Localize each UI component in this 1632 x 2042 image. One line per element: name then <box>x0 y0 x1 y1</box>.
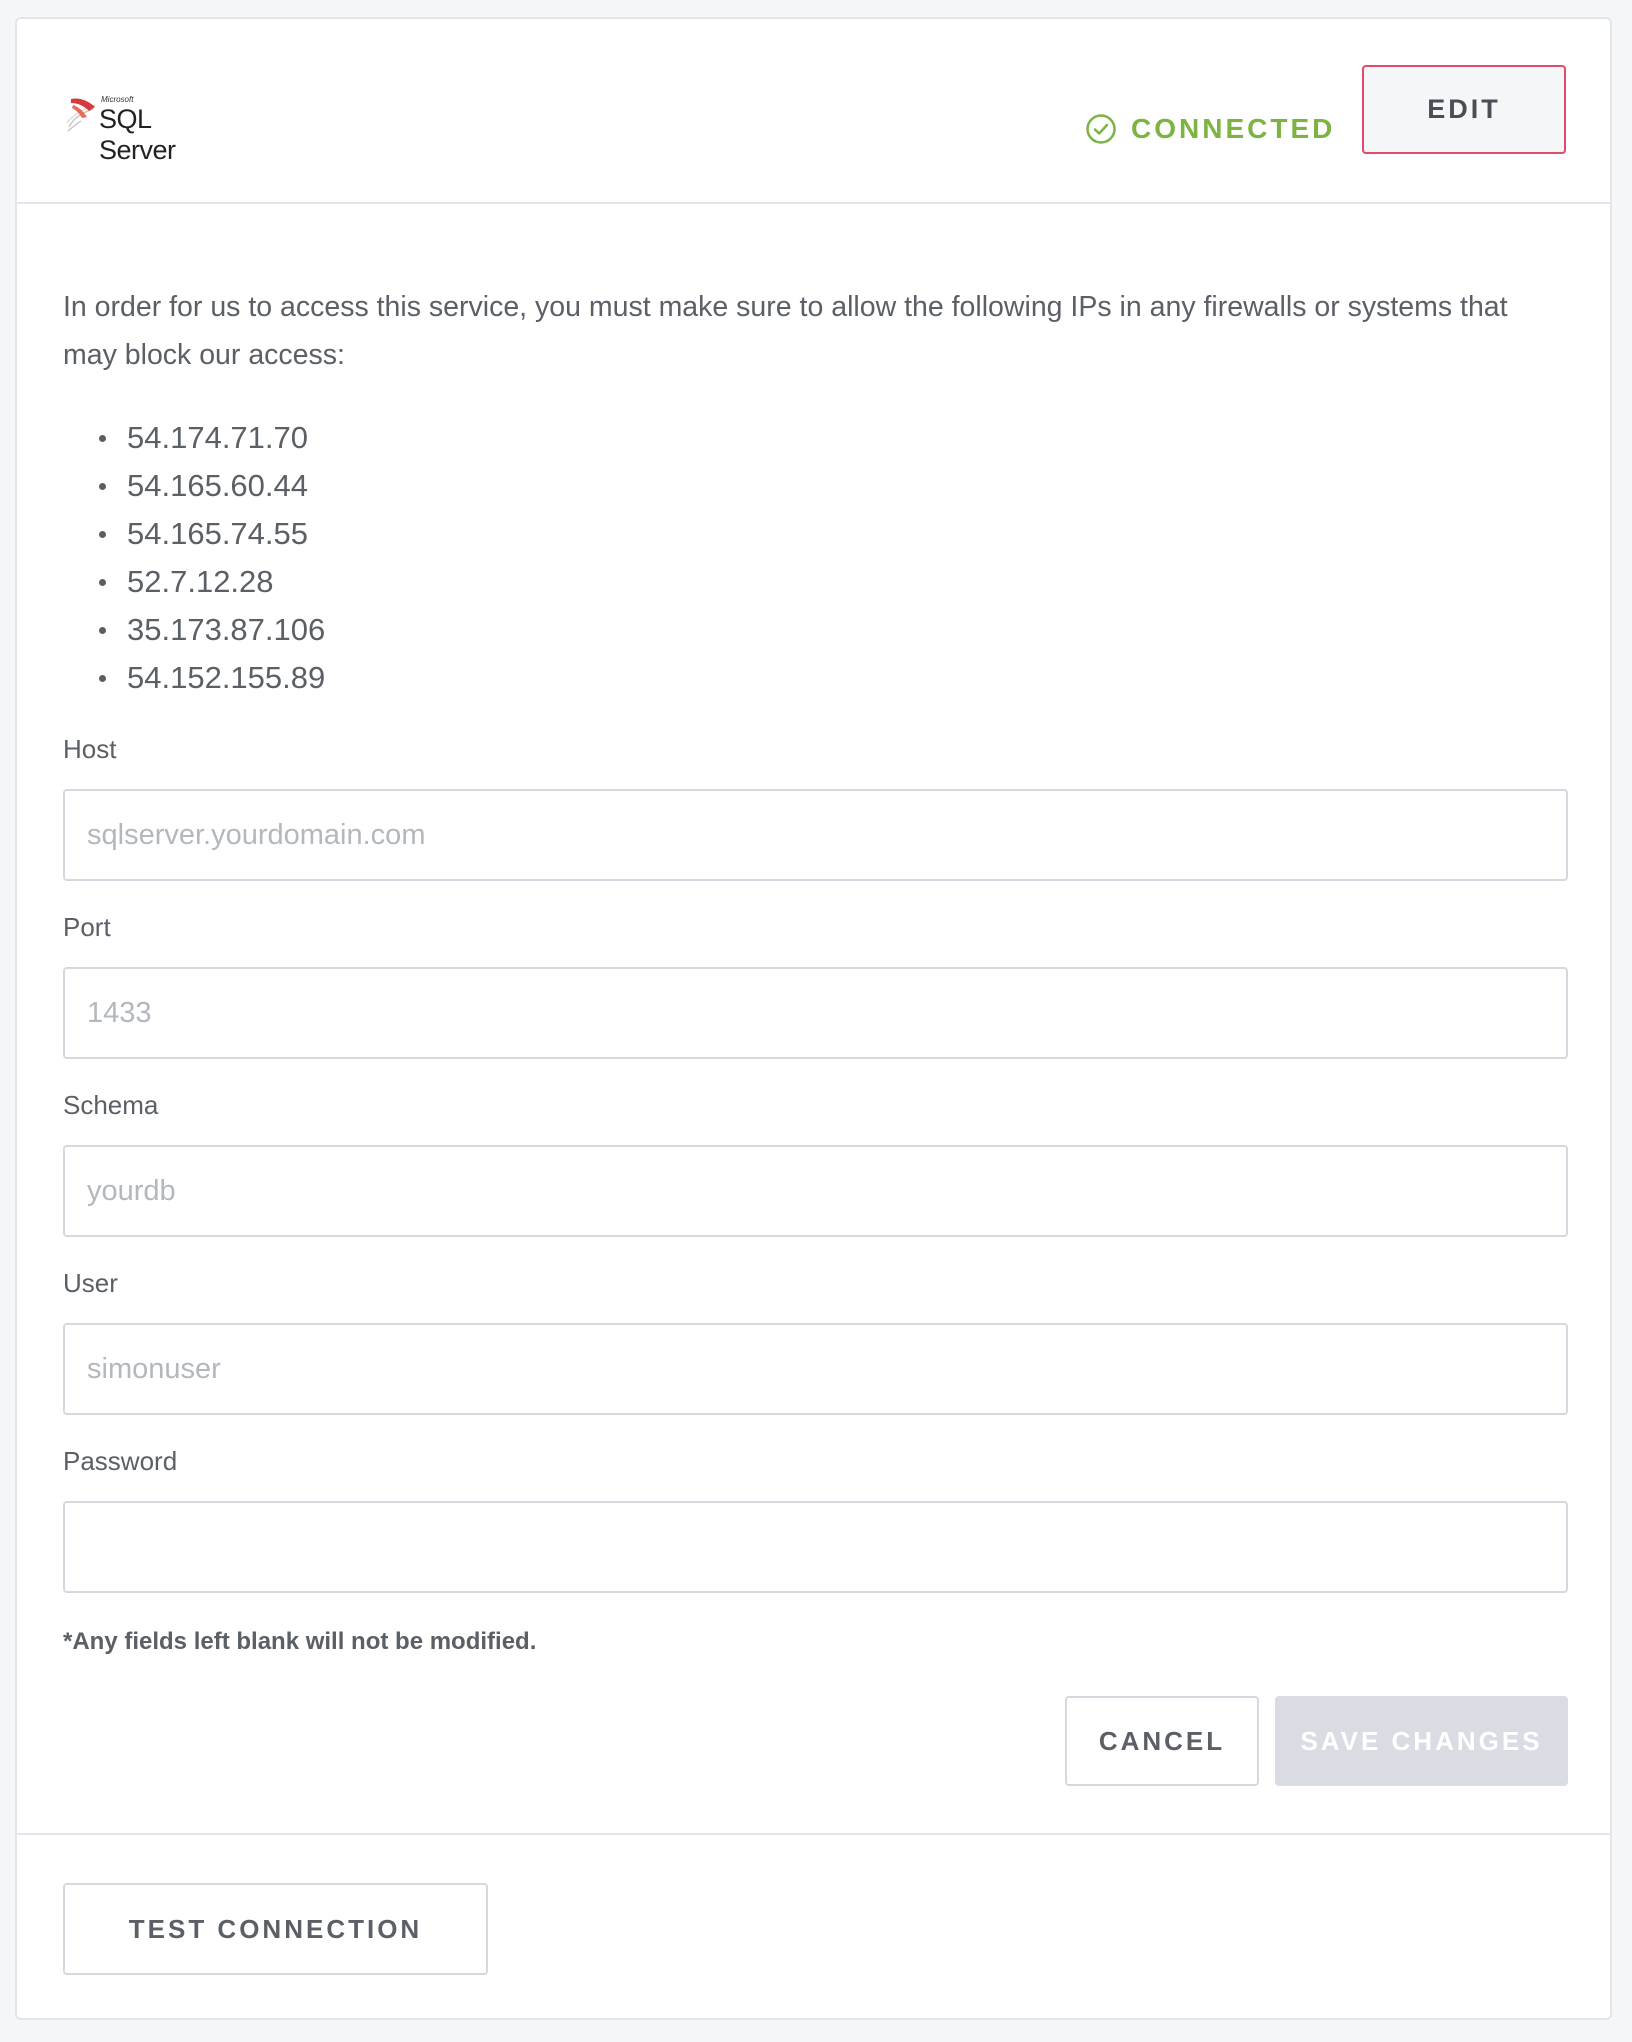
ip-list-item: 35.173.87.106 <box>63 606 325 654</box>
host-label: Host <box>63 734 117 764</box>
blank-fields-note: *Any fields left blank will not be modif… <box>63 1628 537 1655</box>
sql-server-logo: Microsoft SQL Server <box>65 93 225 165</box>
ip-list-item: 54.165.60.44 <box>63 462 325 510</box>
ip-list-item: 54.152.155.89 <box>63 654 325 702</box>
schema-input[interactable] <box>63 1145 1568 1237</box>
ip-list: 54.174.71.70 54.165.60.44 54.165.74.55 5… <box>63 414 325 702</box>
edit-button[interactable]: EDIT <box>1362 65 1566 154</box>
user-input[interactable] <box>63 1323 1568 1415</box>
card-footer: TEST CONNECTION <box>17 1833 1610 2018</box>
port-label: Port <box>63 912 111 942</box>
ip-list-item: 52.7.12.28 <box>63 558 325 606</box>
ip-list-item: 54.165.74.55 <box>63 510 325 558</box>
cancel-button[interactable]: CANCEL <box>1065 1696 1259 1786</box>
test-connection-button[interactable]: TEST CONNECTION <box>63 1883 488 1975</box>
password-label: Password <box>63 1446 178 1476</box>
ip-list-item: 54.174.71.70 <box>63 414 325 462</box>
logo-product-text: SQL Server <box>99 104 176 165</box>
logo-microsoft-text: Microsoft <box>101 95 134 104</box>
card-header: Microsoft SQL Server CONNECTED EDIT <box>17 19 1610 204</box>
connection-card: Microsoft SQL Server CONNECTED EDIT In o… <box>15 17 1612 2020</box>
schema-label: Schema <box>63 1090 159 1120</box>
port-input[interactable] <box>63 967 1568 1059</box>
host-input[interactable] <box>63 789 1568 881</box>
check-circle-icon <box>1086 114 1116 144</box>
connection-status: CONNECTED <box>1085 109 1335 149</box>
password-input[interactable] <box>63 1501 1568 1593</box>
ip-allowlist-intro: In order for us to access this service, … <box>63 291 1508 371</box>
user-label: User <box>63 1268 118 1298</box>
status-label: CONNECTED <box>1131 113 1336 144</box>
sql-server-logo-icon <box>66 98 96 132</box>
save-changes-button[interactable]: SAVE CHANGES <box>1275 1696 1568 1786</box>
